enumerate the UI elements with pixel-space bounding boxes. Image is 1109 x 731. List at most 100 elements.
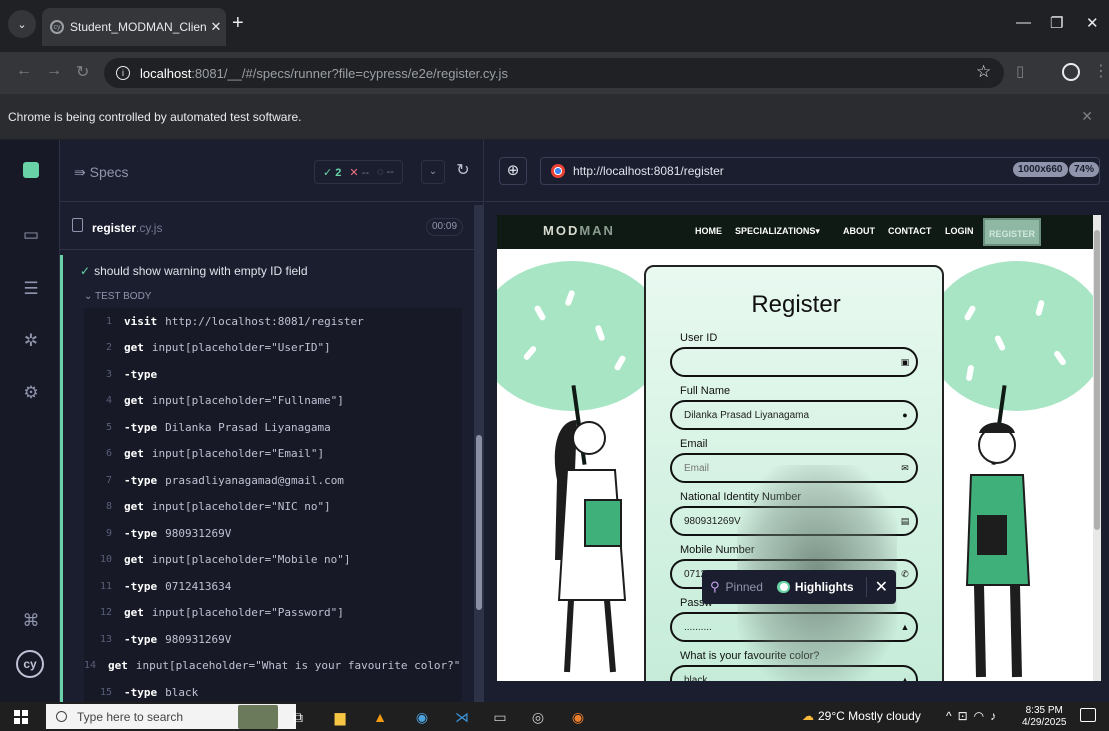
command-row[interactable]: 15 -type black <box>84 679 462 702</box>
command-row[interactable]: 2 get input[placeholder="UserID"] <box>84 335 462 362</box>
command-name: get <box>124 341 144 355</box>
weather-widget[interactable]: ☁ 29°C Mostly cloudy <box>802 709 921 723</box>
right-tree-canopy <box>927 261 1093 411</box>
infobar-close-icon[interactable]: ✕ <box>1081 108 1093 125</box>
email-label: Email <box>680 438 708 450</box>
command-row[interactable]: 12 get input[placeholder="Password"] <box>84 600 462 627</box>
command-message: 980931269V <box>165 632 232 646</box>
runs-icon[interactable]: ▭ <box>20 224 42 246</box>
chrome-menu-icon[interactable]: ⋮ <box>1093 61 1109 81</box>
restore-icon[interactable]: ❐ <box>1050 14 1063 32</box>
clock-time: 8:35 PM <box>1025 705 1063 716</box>
back-icon[interactable]: ← <box>16 62 32 80</box>
passed-count: ✓ 2 <box>323 166 342 179</box>
site-info-icon[interactable]: i <box>116 66 130 80</box>
tab-close-icon[interactable]: ✕ <box>206 19 226 35</box>
command-number: 1 <box>105 315 112 327</box>
nav-specializations-link[interactable]: SPECIALIZATIONS▾ <box>735 226 820 237</box>
nav-contact-link[interactable]: CONTACT <box>888 226 931 236</box>
tab-search-button[interactable]: ⌄ <box>8 10 36 38</box>
command-number: 12 <box>99 607 112 619</box>
nav-home-link[interactable]: HOME <box>695 226 722 236</box>
command-row[interactable]: 5 -type Dilanka Prasad Liyanagama <box>84 414 462 441</box>
command-row[interactable]: 14 get input[placeholder="What is your fav… <box>84 653 462 680</box>
vlc-icon[interactable]: ▲ <box>370 707 390 727</box>
user-id-input[interactable] <box>670 347 918 377</box>
keyboard-shortcuts-icon[interactable]: ⌘ <box>20 610 42 632</box>
command-row[interactable]: 8 get input[placeholder="NIC no"] <box>84 494 462 521</box>
windows-start-icon[interactable] <box>14 710 28 724</box>
command-number: 2 <box>105 342 112 354</box>
cypress-logo-icon: cy <box>16 650 44 678</box>
command-message: 0712413634 <box>165 579 232 593</box>
unpin-close-icon[interactable]: ✕ <box>865 577 888 597</box>
new-tab-button[interactable]: + <box>232 12 244 35</box>
command-number: 8 <box>105 501 112 513</box>
command-row[interactable]: 9 -type 980931269V <box>84 520 462 547</box>
pin-icon: ⚲ <box>710 579 720 594</box>
extensions-icon[interactable]: ▯ <box>1016 62 1024 80</box>
debug-bug-icon[interactable]: ✲ <box>20 330 42 352</box>
settings-gear-icon[interactable]: ⚙ <box>20 382 42 404</box>
reporter-scroll-thumb[interactable] <box>476 435 482 610</box>
selector-playground-icon[interactable]: ⊕ <box>499 157 527 185</box>
browser-tab[interactable]: cy Student_MODMAN_Client-main ✕ <box>42 8 226 46</box>
highlights-toggle[interactable] <box>776 581 790 593</box>
reload-icon[interactable]: ↻ <box>76 62 89 82</box>
project-icon[interactable] <box>23 162 39 178</box>
minimize-icon[interactable]: — <box>1016 14 1031 31</box>
reporter-header: ⇛ Specs ✓ 2 ✕ -- ◌ -- ⌄ ↻ <box>60 140 484 202</box>
specs-list-icon[interactable]: ☰ <box>20 278 42 300</box>
nav-register-link[interactable]: REGISTER <box>983 218 1041 246</box>
system-tray[interactable]: ^⊡◠♪ <box>946 709 1002 723</box>
window-close-icon[interactable]: ✕ <box>1086 14 1099 32</box>
command-message: prasadliyanagamad@gmail.com <box>165 473 344 487</box>
command-name: get <box>124 553 144 567</box>
taskbar-clock[interactable]: 8:35 PM 4/29/2025 <box>1022 705 1067 729</box>
test-body-label[interactable]: ⌄ TEST BODY <box>84 291 151 302</box>
command-row[interactable]: 6 get input[placeholder="Email"] <box>84 441 462 468</box>
command-name: visit <box>124 314 158 328</box>
rerun-tests-button[interactable]: ↻ <box>451 160 475 184</box>
address-bar[interactable]: i localhost:8081/__/#/specs/runner?file=… <box>104 58 1004 88</box>
site-brand[interactable]: MODMAN <box>543 223 615 238</box>
file-explorer-icon[interactable]: ▆ <box>330 707 350 727</box>
terminal-icon[interactable]: ▭ <box>490 707 510 727</box>
command-row[interactable]: 7 -type prasadliyanagamad@gmail.com <box>84 467 462 494</box>
aut-scroll-thumb[interactable] <box>1094 230 1100 530</box>
command-number: 9 <box>105 527 112 539</box>
bookmark-star-icon[interactable]: ☆ <box>976 62 991 82</box>
profile-icon[interactable] <box>1062 63 1080 81</box>
infobar-text: Chrome is being controlled by automated … <box>8 110 302 124</box>
command-row[interactable]: 13 -type 980931269V <box>84 626 462 653</box>
phone-icon: ✆ <box>901 569 909 579</box>
user-icon: ● <box>902 410 908 420</box>
command-name: -type <box>124 579 158 593</box>
full-name-input[interactable] <box>670 400 918 430</box>
task-view-icon[interactable]: ⧉ <box>288 707 308 727</box>
specs-toggle[interactable]: ⇛ Specs <box>74 164 129 181</box>
chrome-taskbar-icon[interactable]: ◉ <box>412 707 432 727</box>
register-title: Register <box>751 291 841 318</box>
nav-about-link[interactable]: ABOUT <box>843 226 875 236</box>
forward-icon[interactable]: → <box>46 62 62 80</box>
nav-login-link[interactable]: LOGIN <box>945 226 974 236</box>
command-row[interactable]: 11 -type 0712413634 <box>84 573 462 600</box>
command-row[interactable]: 1 visit http://localhost:8081/register <box>84 308 462 335</box>
automation-infobar: Chrome is being controlled by automated … <box>0 94 1109 140</box>
viewport-size-badge[interactable]: 1000x660 <box>1013 162 1068 177</box>
command-row[interactable]: 10 get input[placeholder="Mobile no"] <box>84 547 462 574</box>
browser-taskbar-icon[interactable]: ◉ <box>568 707 588 727</box>
cypress-favicon-icon: cy <box>50 20 64 34</box>
collapse-all-button[interactable]: ⌄ <box>421 160 445 184</box>
url-path: :8081/__/#/specs/runner?file=cypress/e2e… <box>191 65 508 81</box>
vscode-icon[interactable]: ⋊ <box>452 707 472 727</box>
spec-file-header[interactable]: register.cy.js 00:09 <box>60 202 474 250</box>
test-title-row[interactable]: ✓ should show warning with empty ID field <box>80 264 308 278</box>
cloud-sun-icon: ☁ <box>802 709 814 723</box>
command-number: 4 <box>105 395 112 407</box>
notifications-icon[interactable] <box>1080 708 1096 722</box>
command-row[interactable]: 3 -type <box>84 361 462 388</box>
cypress-taskbar-icon[interactable]: ◎ <box>528 707 548 727</box>
command-row[interactable]: 4 get input[placeholder="Fullname"] <box>84 388 462 415</box>
